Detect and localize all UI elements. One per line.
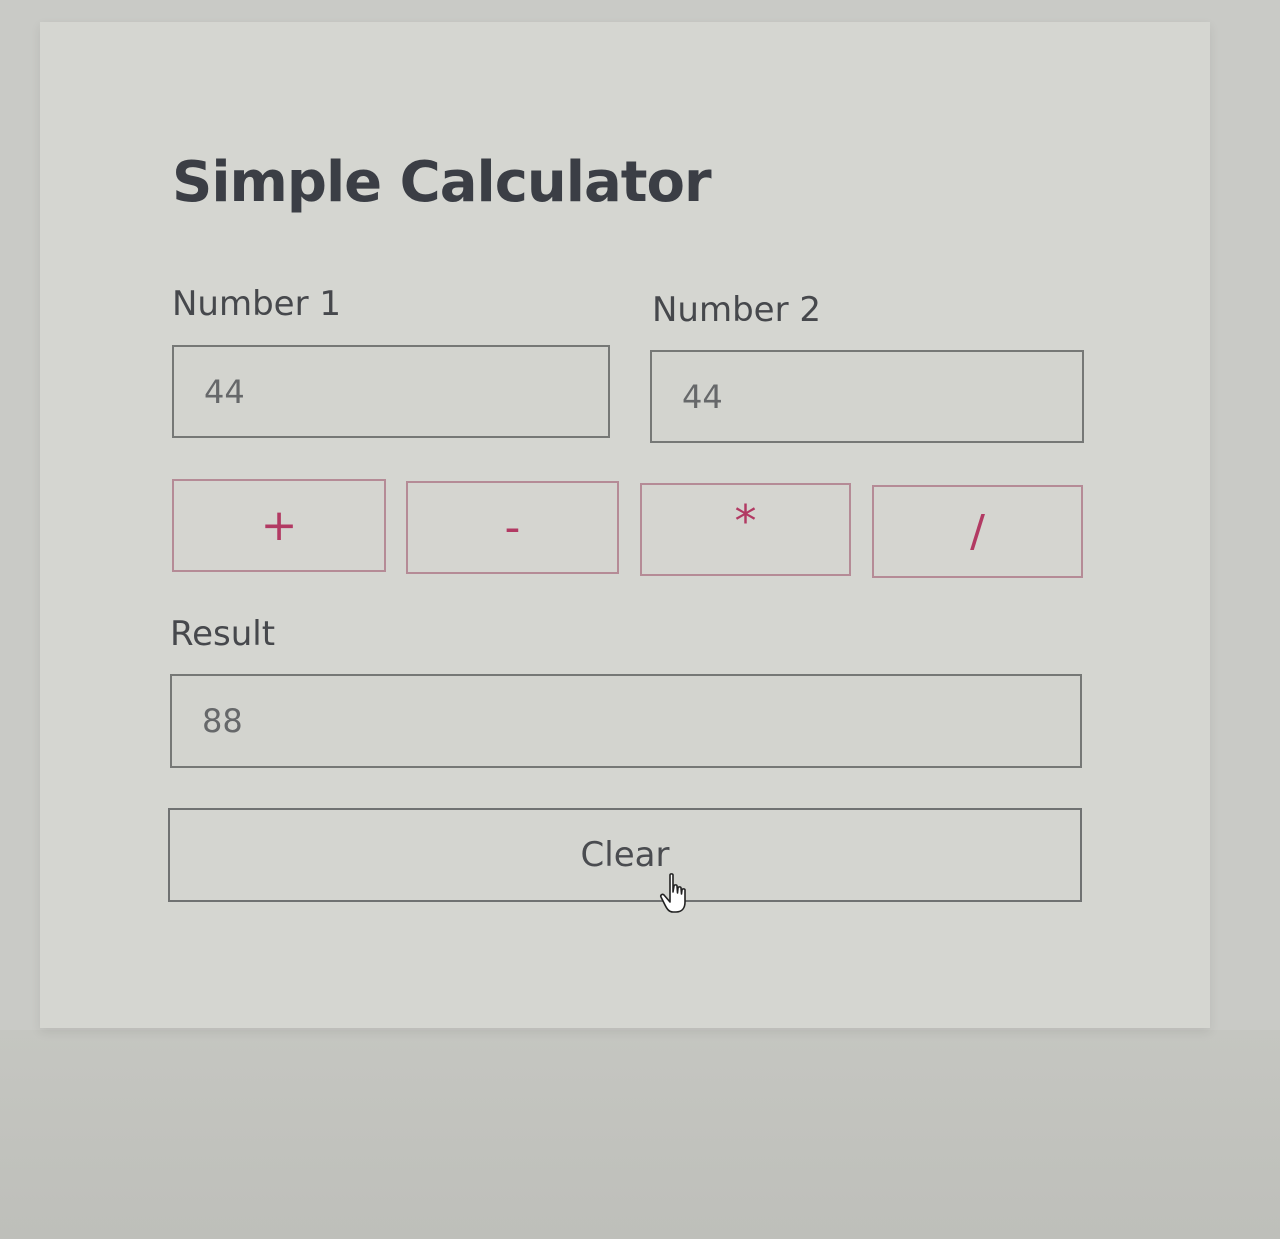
page-title: Simple Calculator: [172, 150, 712, 215]
number2-input[interactable]: 44: [650, 350, 1084, 443]
number1-input[interactable]: 44: [172, 345, 610, 438]
multiply-icon: *: [734, 496, 757, 547]
hand-pointer-icon: [659, 873, 686, 913]
number2-label: Number 2: [652, 290, 822, 330]
clear-button-label: Clear: [580, 835, 670, 875]
add-button[interactable]: +: [172, 479, 386, 572]
plus-icon: +: [260, 500, 298, 551]
page-backdrop: [0, 1030, 1280, 1239]
divide-button[interactable]: /: [872, 485, 1083, 578]
minus-icon: -: [504, 502, 521, 553]
divide-icon: /: [970, 506, 985, 557]
number1-label: Number 1: [172, 284, 342, 324]
clear-button[interactable]: Clear: [168, 808, 1082, 902]
result-field: 88: [170, 674, 1082, 768]
result-label: Result: [170, 614, 276, 654]
result-value: 88: [202, 702, 243, 740]
number1-value: 44: [204, 372, 245, 411]
number2-value: 44: [682, 377, 723, 416]
subtract-button[interactable]: -: [406, 481, 619, 574]
multiply-button[interactable]: *: [640, 483, 851, 576]
